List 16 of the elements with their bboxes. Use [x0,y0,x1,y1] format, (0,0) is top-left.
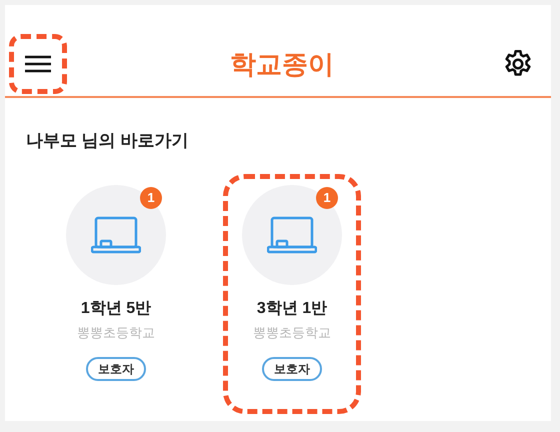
school-name: 뽕뽕초등학교 [77,324,155,342]
role-badge: 보호자 [86,356,146,380]
app-title: 학교종이 [230,48,334,80]
notification-badge: 1 [316,187,338,209]
role-badge: 보호자 [262,356,322,380]
class-name: 3학년 1반 [256,299,328,319]
menu-button[interactable] [9,34,67,94]
school-name: 뽕뽕초등학교 [253,324,331,342]
section-title: 나부모 님의 바로가기 [26,131,188,150]
menu-icon [24,54,52,74]
blackboard-icon [267,216,317,254]
class-card[interactable]: 1 3학년 1반 뽕뽕초등학교 보호자 [223,174,361,414]
class-name: 1학년 5반 [80,299,152,319]
blackboard-icon [91,216,141,254]
class-card[interactable]: 1 1학년 5반 뽕뽕초등학교 보호자 [47,174,185,414]
notification-badge: 1 [140,187,162,209]
